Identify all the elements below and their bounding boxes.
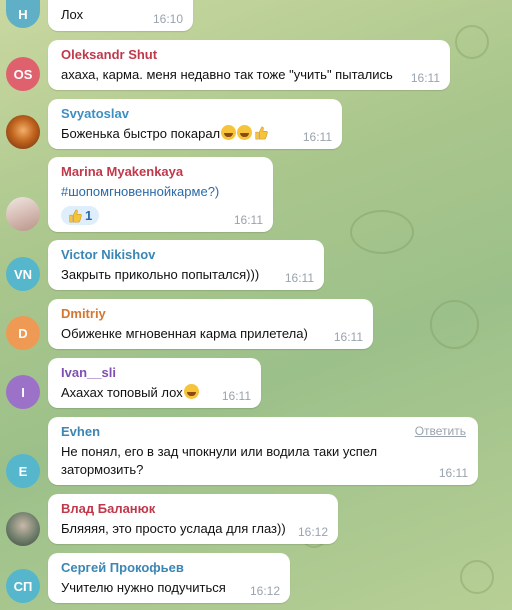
message-text: Боженька быстро покарал (61, 126, 221, 141)
message-text: #шопомгновеннойкарме?) (61, 184, 220, 199)
thumbs-up-icon (255, 126, 268, 140)
reply-link[interactable]: Ответить (415, 424, 466, 438)
message-time: 16:12 (297, 525, 328, 539)
avatar[interactable] (6, 197, 40, 231)
message-bubble[interactable]: Oleksandr Shut ахаха, карма. меня недавн… (48, 40, 450, 90)
avatar[interactable] (6, 115, 40, 149)
message-text: Закрыть прикольно попытался))) (61, 267, 260, 282)
message-time: 16:11 (333, 330, 363, 344)
message-bubble[interactable]: Лох 16:10 (48, 0, 193, 31)
sender-name[interactable]: Влад Баланюк (61, 501, 327, 517)
message-time: 16:10 (152, 12, 183, 26)
thumbs-up-icon (69, 209, 82, 222)
background-doodle (430, 300, 479, 349)
sender-name[interactable]: Svyatoslav (61, 106, 331, 122)
message-bubble[interactable]: Marina Myakenkaya #шопомгновеннойкарме?)… (48, 157, 273, 232)
avatar[interactable]: D (6, 316, 40, 350)
message-bubble[interactable]: Сергей Прокофьев Учителю нужно подучитьс… (48, 553, 290, 603)
joy-emoji-icon (237, 125, 253, 140)
sender-name[interactable]: Сергей Прокофьев (61, 560, 279, 576)
message-text-line: Боженька быстро покарал (61, 125, 331, 143)
sender-name[interactable]: Ivan__sli (61, 365, 250, 381)
sender-name[interactable]: Marina Myakenkaya (61, 164, 262, 180)
sender-name[interactable]: Victor Nikishov (61, 247, 313, 263)
message-time: 16:11 (302, 130, 332, 144)
avatar[interactable]: OS (6, 57, 40, 91)
message-bubble[interactable]: Svyatoslav Боженька быстро покарал 16:11 (48, 99, 342, 149)
message-time: 16:11 (221, 389, 251, 403)
message-bubble[interactable]: Ivan__sli Ахахах топовый лох 16:11 (48, 358, 261, 408)
sender-name[interactable]: Evhen (61, 424, 467, 440)
reaction-count: 1 (85, 208, 93, 223)
message-text: Ахахах топовый лох (61, 385, 183, 400)
sender-name[interactable]: Oleksandr Shut (61, 47, 439, 63)
avatar[interactable]: H (6, 0, 40, 28)
reaction-badge[interactable]: 1 (61, 206, 100, 225)
message-bubble[interactable]: Evhen Ответить Не понял, его в зад чпокн… (48, 417, 478, 485)
message-text: ахаха, карма. меня недавно так тоже "учи… (61, 67, 393, 82)
message-bubble[interactable]: Victor Nikishov Закрыть прикольно попыта… (48, 240, 324, 290)
message-bubble[interactable]: Влад Баланюк Бляяяя, это просто услада д… (48, 494, 338, 544)
message-text: Обиженке мгновенная карма прилетела) (61, 326, 308, 341)
message-time: 16:12 (249, 584, 280, 598)
background-doodle (455, 25, 489, 59)
avatar[interactable]: VN (6, 257, 40, 291)
message-time: 16:11 (438, 466, 468, 480)
avatar[interactable]: СП (6, 569, 40, 603)
background-doodle (460, 560, 494, 594)
message-time: 16:11 (284, 271, 314, 285)
message-text: Бляяяя, это просто услада для глаз)) (61, 521, 286, 536)
message-text: Не понял, его в зад чпокнули или водила … (61, 444, 378, 477)
joy-emoji-icon (183, 384, 199, 399)
sender-name[interactable]: Dmitriy (61, 306, 362, 322)
avatar[interactable]: E (6, 454, 40, 488)
message-time: 16:11 (233, 213, 263, 227)
message-bubble[interactable]: Dmitriy Обиженке мгновенная карма прилет… (48, 299, 373, 349)
joy-emoji-icon (221, 125, 237, 140)
avatar[interactable] (6, 512, 40, 546)
background-doodle (350, 210, 414, 254)
message-time: 16:11 (410, 71, 440, 85)
message-text: Учителю нужно подучиться (61, 580, 226, 595)
avatar[interactable]: I (6, 375, 40, 409)
